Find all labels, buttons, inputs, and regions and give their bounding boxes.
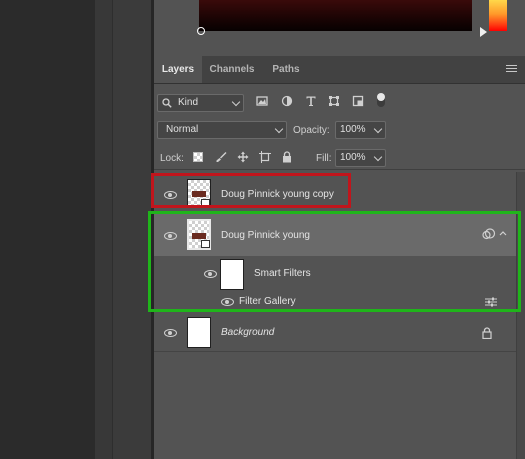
fill-value: 100%: [340, 152, 366, 163]
filter-kind-select[interactable]: Kind: [157, 94, 244, 112]
tab-channels[interactable]: Channels: [202, 56, 262, 83]
filter-toggle-icon[interactable]: [377, 93, 385, 107]
panel-dock-column: [112, 0, 152, 459]
color-picker-cursor[interactable]: [197, 27, 205, 35]
lock-artboard-icon[interactable]: [259, 151, 271, 163]
annotation-green-box: [148, 211, 521, 312]
search-icon: [162, 98, 172, 108]
annotation-red-box: [151, 173, 351, 208]
opacity-field[interactable]: 100%: [335, 121, 386, 139]
tab-paths[interactable]: Paths: [262, 56, 310, 83]
divider: [154, 169, 525, 170]
tab-layers[interactable]: Layers: [154, 56, 202, 83]
chevron-down-icon: [373, 124, 383, 134]
fill-field[interactable]: 100%: [335, 149, 386, 167]
lock-all-icon[interactable]: [282, 151, 292, 163]
chevron-down-icon: [373, 152, 383, 162]
hue-slider[interactable]: [489, 0, 507, 31]
smartobject-filter-icon[interactable]: [352, 95, 364, 107]
filter-kind-value: Kind: [178, 97, 199, 108]
type-filter-icon[interactable]: [305, 95, 317, 107]
chevron-down-icon: [274, 124, 284, 134]
opacity-value: 100%: [340, 124, 366, 135]
panel-dock-strip: [95, 0, 112, 459]
panel-menu-icon[interactable]: [506, 65, 517, 74]
blend-mode-select[interactable]: Normal: [157, 121, 287, 139]
layer-thumbnail: [187, 317, 211, 348]
layer-row-background[interactable]: Background: [154, 315, 516, 352]
chevron-down-icon: [231, 97, 241, 107]
adjustment-filter-icon[interactable]: [281, 95, 293, 107]
pixel-filter-icon[interactable]: [256, 95, 268, 107]
eye-icon: [164, 329, 177, 337]
opacity-label: Opacity:: [293, 125, 330, 136]
lock-image-icon[interactable]: [215, 151, 227, 163]
layer-name[interactable]: Background: [221, 327, 274, 338]
visibility-toggle[interactable]: [164, 329, 177, 337]
blend-mode-value: Normal: [166, 124, 199, 135]
shape-filter-icon[interactable]: [328, 95, 340, 107]
color-field[interactable]: [199, 0, 472, 31]
lock-position-icon[interactable]: [237, 151, 249, 163]
lock-label: Lock:: [160, 153, 184, 164]
hue-slider-pointer[interactable]: [480, 27, 487, 37]
lock-icon[interactable]: [482, 327, 492, 339]
fill-label: Fill:: [316, 153, 332, 164]
document-canvas-area: [0, 0, 95, 459]
lock-transparent-icon[interactable]: [193, 152, 203, 162]
